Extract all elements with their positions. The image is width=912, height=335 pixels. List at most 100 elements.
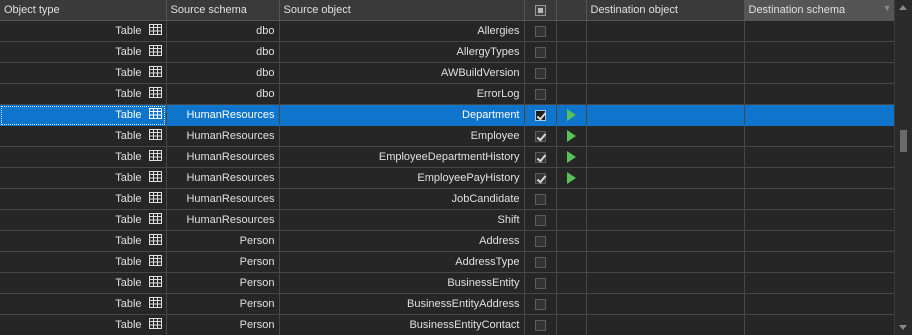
select-cell[interactable] — [524, 104, 557, 126]
source-object-cell[interactable]: Address — [279, 230, 525, 252]
select-cell[interactable] — [524, 41, 557, 63]
scroll-thumb[interactable] — [900, 130, 907, 152]
row-checkbox[interactable] — [534, 256, 546, 268]
object-type-cell[interactable]: Table — [0, 167, 167, 189]
col-header-object-type[interactable]: Object type — [0, 0, 167, 21]
row-checkbox[interactable] — [534, 46, 546, 58]
object-type-cell[interactable]: Table — [0, 104, 167, 126]
destination-object-cell[interactable] — [586, 230, 745, 252]
row-checkbox[interactable] — [534, 151, 546, 163]
col-header-destination-object[interactable]: Destination object — [586, 0, 745, 21]
object-type-cell[interactable]: Table — [0, 188, 167, 210]
source-schema-cell[interactable]: HumanResources — [166, 146, 280, 168]
destination-object-cell[interactable] — [586, 272, 745, 294]
select-cell[interactable] — [524, 293, 557, 315]
row-checkbox[interactable] — [534, 25, 546, 37]
table-row[interactable]: Table Person Address — [0, 230, 895, 252]
source-object-cell[interactable]: Employee — [279, 125, 525, 147]
source-schema-cell[interactable]: HumanResources — [166, 104, 280, 126]
source-object-cell[interactable]: Allergies — [279, 20, 525, 42]
scroll-down-icon[interactable] — [899, 325, 907, 330]
table-row[interactable]: Table dbo ErrorLog — [0, 83, 895, 105]
select-all-checkbox[interactable] — [534, 4, 546, 16]
source-object-cell[interactable]: BusinessEntity — [279, 272, 525, 294]
destination-schema-cell[interactable] — [744, 251, 895, 273]
col-header-select-all[interactable] — [524, 0, 557, 21]
row-checkbox[interactable] — [534, 88, 546, 100]
select-cell[interactable] — [524, 146, 557, 168]
select-cell[interactable] — [524, 251, 557, 273]
source-schema-cell[interactable]: HumanResources — [166, 209, 280, 231]
destination-schema-cell[interactable] — [744, 272, 895, 294]
destination-schema-cell[interactable] — [744, 314, 895, 335]
destination-schema-cell[interactable] — [744, 41, 895, 63]
object-type-cell[interactable]: Table — [0, 83, 167, 105]
source-object-cell[interactable]: BusinessEntityAddress — [279, 293, 525, 315]
table-row[interactable]: Table dbo Allergies — [0, 20, 895, 42]
source-object-cell[interactable]: ErrorLog — [279, 83, 525, 105]
source-object-cell[interactable]: BusinessEntityContact — [279, 314, 525, 335]
destination-object-cell[interactable] — [586, 293, 745, 315]
destination-object-cell[interactable] — [586, 125, 745, 147]
destination-object-cell[interactable] — [586, 188, 745, 210]
select-cell[interactable] — [524, 209, 557, 231]
table-row[interactable]: Table HumanResources Department — [0, 104, 895, 126]
table-row[interactable]: Table HumanResources Employee — [0, 125, 895, 147]
object-type-cell[interactable]: Table — [0, 251, 167, 273]
table-row[interactable]: Table Person BusinessEntityContact — [0, 314, 895, 335]
destination-schema-cell[interactable] — [744, 146, 895, 168]
source-schema-cell[interactable]: Person — [166, 272, 280, 294]
object-type-cell[interactable]: Table — [0, 293, 167, 315]
destination-object-cell[interactable] — [586, 146, 745, 168]
row-checkbox[interactable] — [534, 298, 546, 310]
row-checkbox[interactable] — [534, 277, 546, 289]
run-cell[interactable] — [556, 104, 587, 126]
row-checkbox[interactable] — [534, 109, 546, 121]
destination-schema-cell[interactable] — [744, 209, 895, 231]
source-schema-cell[interactable]: dbo — [166, 83, 280, 105]
destination-schema-cell[interactable] — [744, 167, 895, 189]
source-schema-cell[interactable]: Person — [166, 230, 280, 252]
play-arrow-icon[interactable] — [566, 172, 576, 185]
row-checkbox[interactable] — [534, 172, 546, 184]
select-cell[interactable] — [524, 20, 557, 42]
row-checkbox[interactable] — [534, 193, 546, 205]
source-schema-cell[interactable]: dbo — [166, 62, 280, 84]
destination-schema-cell[interactable] — [744, 104, 895, 126]
col-header-source-schema[interactable]: Source schema — [166, 0, 280, 21]
object-type-cell[interactable]: Table — [0, 20, 167, 42]
table-row[interactable]: Table HumanResources EmployeePayHistory — [0, 167, 895, 189]
destination-object-cell[interactable] — [586, 167, 745, 189]
col-header-destination-schema[interactable]: Destination schema ▼ — [744, 0, 895, 21]
table-row[interactable]: Table Person AddressType — [0, 251, 895, 273]
filter-icon[interactable]: ▼ — [883, 3, 892, 13]
destination-schema-cell[interactable] — [744, 293, 895, 315]
object-type-cell[interactable]: Table — [0, 62, 167, 84]
row-checkbox[interactable] — [534, 235, 546, 247]
destination-object-cell[interactable] — [586, 20, 745, 42]
destination-object-cell[interactable] — [586, 62, 745, 84]
table-row[interactable]: Table Person BusinessEntityAddress — [0, 293, 895, 315]
destination-object-cell[interactable] — [586, 209, 745, 231]
destination-schema-cell[interactable] — [744, 62, 895, 84]
destination-object-cell[interactable] — [586, 83, 745, 105]
source-schema-cell[interactable]: dbo — [166, 41, 280, 63]
table-row[interactable]: Table HumanResources JobCandidate — [0, 188, 895, 210]
object-type-cell[interactable]: Table — [0, 125, 167, 147]
run-cell[interactable] — [556, 167, 587, 189]
select-cell[interactable] — [524, 167, 557, 189]
run-cell[interactable] — [556, 146, 587, 168]
select-cell[interactable] — [524, 125, 557, 147]
destination-schema-cell[interactable] — [744, 188, 895, 210]
object-type-cell[interactable]: Table — [0, 230, 167, 252]
destination-schema-cell[interactable] — [744, 125, 895, 147]
object-type-cell[interactable]: Table — [0, 41, 167, 63]
destination-object-cell[interactable] — [586, 251, 745, 273]
object-type-cell[interactable]: Table — [0, 209, 167, 231]
source-object-cell[interactable]: AWBuildVersion — [279, 62, 525, 84]
select-cell[interactable] — [524, 83, 557, 105]
destination-object-cell[interactable] — [586, 314, 745, 335]
play-arrow-icon[interactable] — [566, 109, 576, 122]
run-cell[interactable] — [556, 125, 587, 147]
table-row[interactable]: Table HumanResources Shift — [0, 209, 895, 231]
